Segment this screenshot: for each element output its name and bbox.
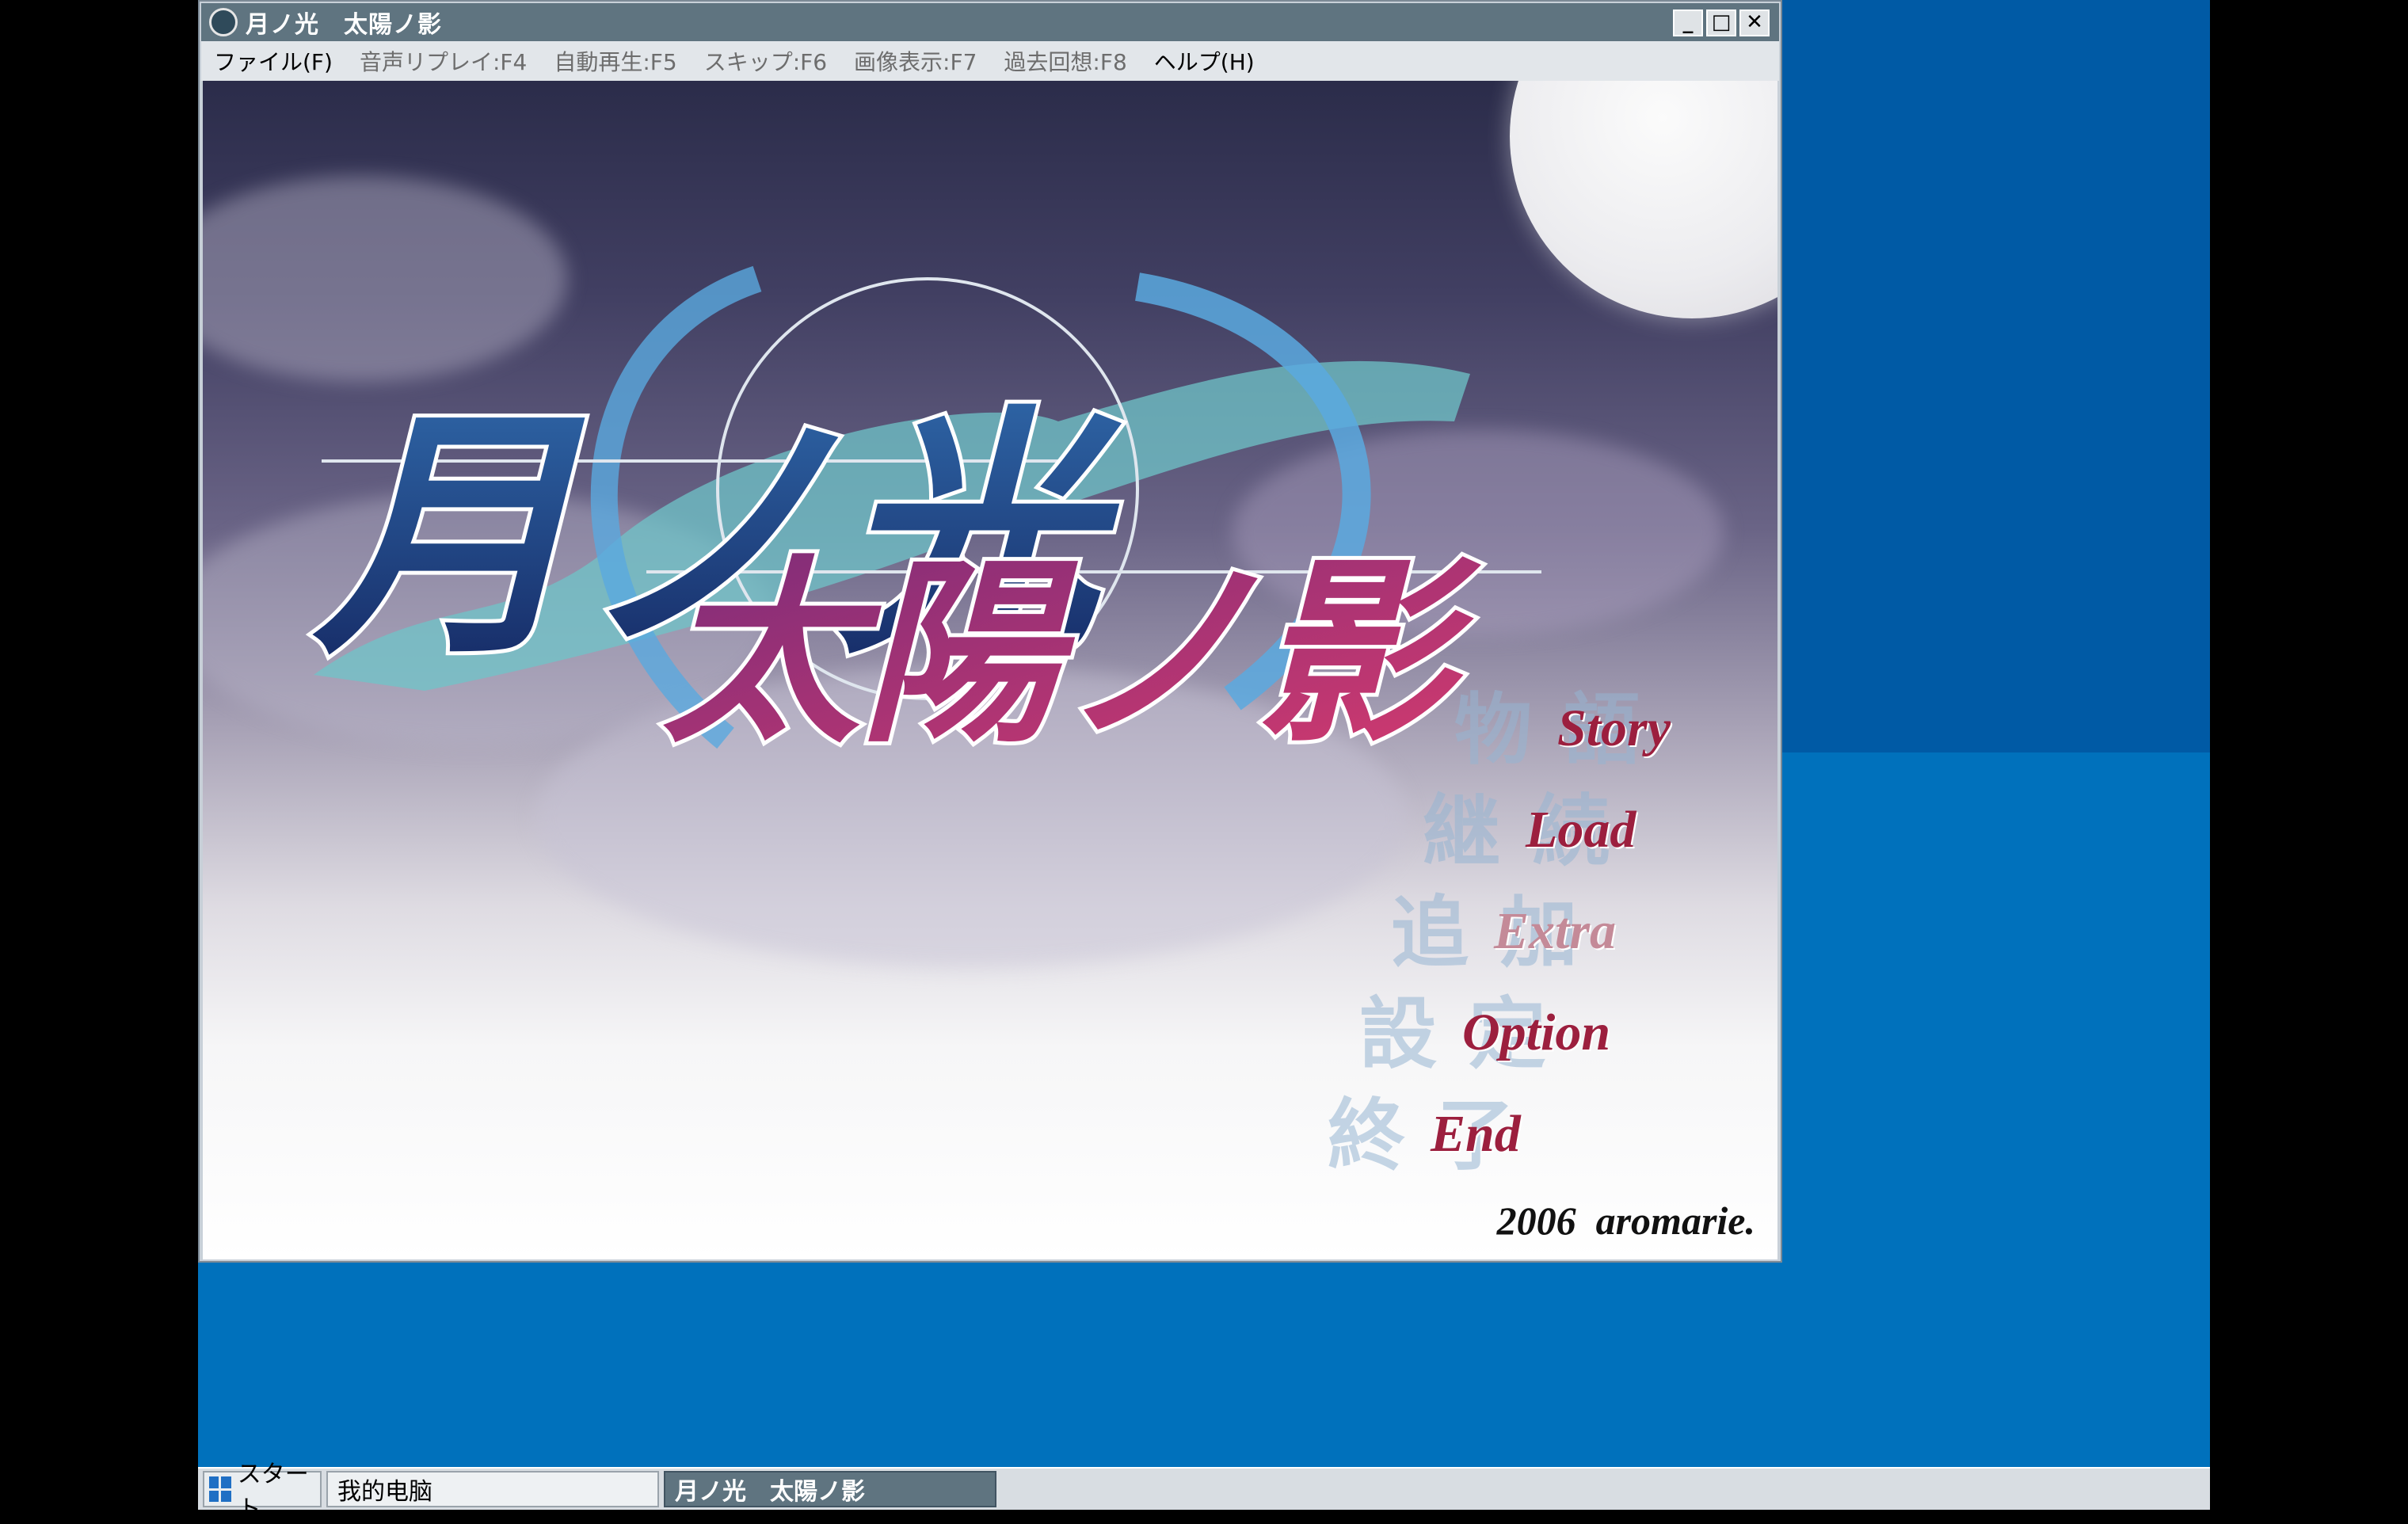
taskbar-item-my-computer[interactable]: 我的电脑 [326, 1471, 659, 1507]
menu-file[interactable]: ファイル(F) [214, 45, 333, 77]
menu-extra-label: Extra [1494, 902, 1617, 960]
game-window: 月ノ光 太陽ノ影 _ □ ✕ ファイル(F) 音声リプレイ:F4 自動再生:F5… [198, 0, 1782, 1263]
menu-image-view[interactable]: 画像表示:F7 [854, 45, 977, 77]
taskbar: スタート 我的电脑 月ノ光 太陽ノ影 [198, 1461, 2210, 1523]
start-button[interactable]: スタート [203, 1461, 322, 1523]
menu-help[interactable]: ヘルプ(H) [1154, 45, 1255, 77]
app-globe-icon[interactable] [209, 8, 238, 36]
menu-load-label: Load [1526, 801, 1636, 859]
windows-logo-icon [209, 1476, 231, 1502]
title-screen: 月ノ光 太陽ノ影 物語 Story 継続 Load 追加 Extra 設定 Op… [203, 81, 1777, 1259]
menu-end-label: End [1431, 1105, 1521, 1163]
menu-auto-play[interactable]: 自動再生:F5 [554, 45, 676, 77]
desktop-shade [1774, 0, 2210, 752]
menu-story-label: Story [1557, 699, 1671, 757]
menu-bar: ファイル(F) 音声リプレイ:F4 自動再生:F5 スキップ:F6 画像表示:F… [201, 41, 1779, 81]
maximize-button[interactable]: □ [1706, 10, 1736, 36]
title-menu: 物語 Story 継続 Load 追加 Extra 設定 Option 終了 E… [1328, 667, 1771, 1237]
close-button[interactable]: ✕ [1739, 10, 1770, 36]
menu-skip[interactable]: スキップ:F6 [704, 45, 827, 77]
menu-voice-replay[interactable]: 音声リプレイ:F4 [360, 45, 527, 77]
title-bar[interactable]: 月ノ光 太陽ノ影 _ □ ✕ [201, 3, 1779, 41]
menu-backlog[interactable]: 過去回想:F8 [1004, 45, 1126, 77]
start-label: スタート [237, 1461, 309, 1523]
menu-option-label: Option [1462, 1004, 1611, 1061]
window-title: 月ノ光 太陽ノ影 [246, 11, 442, 39]
minimize-button[interactable]: _ [1673, 10, 1703, 36]
copyright-text: 2006 aromarie. [1496, 1198, 1755, 1243]
taskbar-item-game[interactable]: 月ノ光 太陽ノ影 [664, 1471, 996, 1507]
